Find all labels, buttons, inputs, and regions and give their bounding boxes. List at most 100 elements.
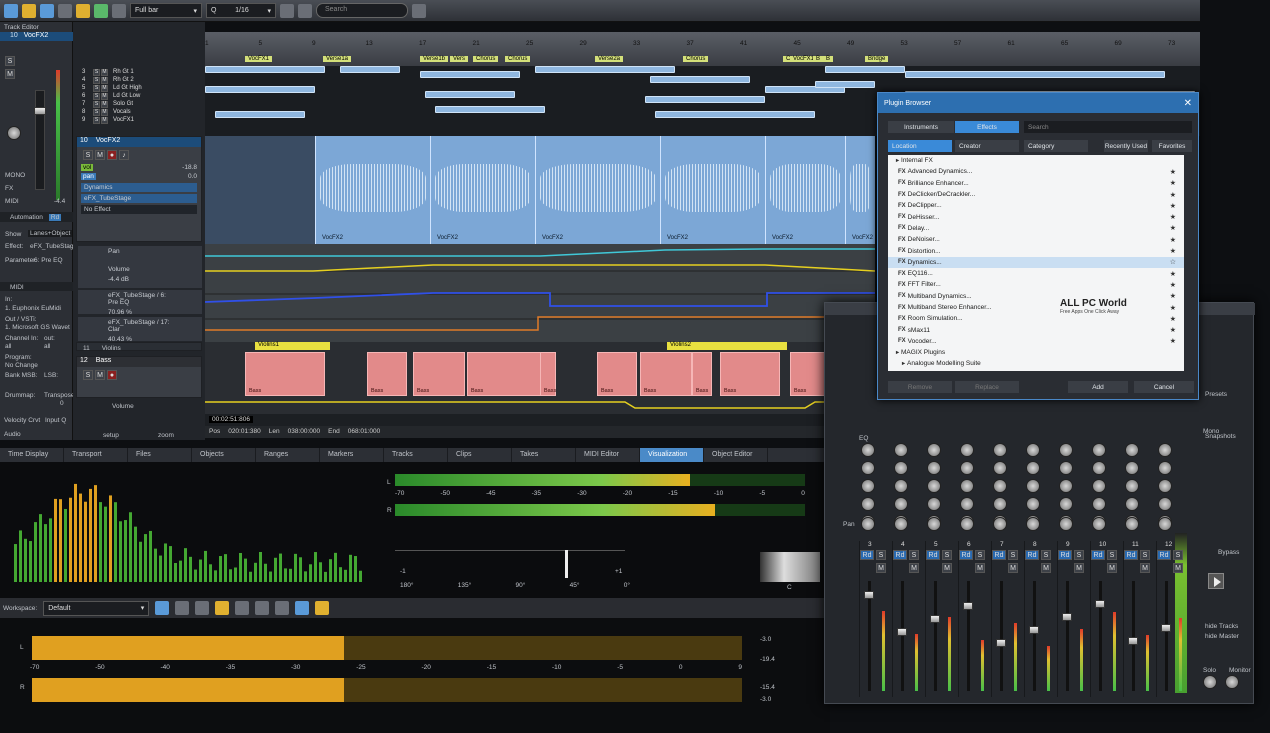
plugin-item[interactable]: FX DeNoiser... ★ bbox=[888, 234, 1184, 245]
eq-knob[interactable] bbox=[861, 497, 875, 511]
parameter-select[interactable]: 6: Pre EQ bbox=[34, 257, 63, 264]
favorite-star-icon[interactable]: ★ bbox=[1170, 202, 1176, 210]
eq-knob[interactable] bbox=[993, 443, 1007, 457]
workspace-select[interactable]: Default ▾ bbox=[43, 600, 150, 616]
plugin-item[interactable]: FX EQ116... ★ bbox=[888, 268, 1184, 279]
pan-value[interactable]: 0.0 bbox=[188, 173, 197, 180]
tab-instruments[interactable]: Instruments bbox=[888, 121, 954, 133]
recently-used-button[interactable]: Recently Used bbox=[1104, 140, 1148, 152]
tab-objects[interactable]: Objects bbox=[192, 448, 256, 462]
track-row[interactable]: 5 S M Ld Gt High bbox=[78, 84, 204, 92]
eq-knob[interactable] bbox=[861, 461, 875, 475]
audio-clip[interactable] bbox=[205, 66, 325, 73]
plugin-item[interactable]: FX Vocoder... ★ bbox=[888, 336, 1184, 347]
automation-lane-header[interactable]: eFX_TubeStage / 6: Pre EQ 70.96 % bbox=[78, 290, 202, 316]
marker-icon[interactable] bbox=[275, 601, 290, 615]
mixer-view-icon[interactable] bbox=[195, 601, 210, 615]
track-row[interactable]: 3 S M Rh Gt 1 bbox=[78, 68, 204, 76]
cut-icon[interactable] bbox=[94, 3, 108, 18]
section-marker[interactable]: Chorus bbox=[505, 56, 531, 62]
bass-clip[interactable]: Bass bbox=[540, 352, 556, 396]
pan-knob[interactable] bbox=[927, 517, 941, 531]
channel-in-select[interactable]: all bbox=[5, 343, 12, 350]
col-creator[interactable]: Creator bbox=[955, 140, 1019, 152]
lane-value[interactable]: -4.4 dB bbox=[108, 276, 172, 283]
pan-knob[interactable] bbox=[1059, 517, 1073, 531]
eq-knob[interactable] bbox=[927, 443, 941, 457]
audio-clip[interactable] bbox=[905, 71, 1165, 78]
pan-knob[interactable] bbox=[1125, 517, 1139, 531]
track-row[interactable]: 9 S M VocFX1 bbox=[78, 116, 204, 124]
pan-knob[interactable] bbox=[1158, 517, 1172, 531]
fx-slot-2[interactable]: eFX_TubeStage bbox=[81, 194, 197, 203]
plugin-item[interactable]: FX Brilliance Enhancer... ★ bbox=[888, 178, 1184, 189]
mute-button[interactable]: M bbox=[1008, 563, 1018, 573]
rd-button[interactable]: Rd bbox=[860, 550, 874, 560]
favorite-star-icon[interactable]: ★ bbox=[1170, 191, 1176, 199]
mute-button[interactable]: M bbox=[876, 563, 886, 573]
open-folder-icon[interactable] bbox=[22, 3, 36, 18]
monitor-knob[interactable] bbox=[1225, 675, 1239, 689]
plugin-item[interactable]: FX DeClipper... ★ bbox=[888, 200, 1184, 211]
vol-value[interactable]: -18.8 bbox=[182, 164, 197, 171]
channel-fader[interactable] bbox=[897, 628, 907, 636]
rd-button[interactable]: Rd bbox=[1058, 550, 1072, 560]
automation-header[interactable]: Automation Rd bbox=[0, 212, 73, 222]
audio-clip[interactable] bbox=[655, 111, 815, 118]
eq-knob[interactable] bbox=[1158, 497, 1172, 511]
eq-knob[interactable] bbox=[1092, 443, 1106, 457]
pan-knob[interactable] bbox=[960, 517, 974, 531]
bypass-button[interactable]: Bypass bbox=[1218, 549, 1239, 556]
section-marker[interactable]: VocFX1 bbox=[245, 56, 273, 62]
audio-clip[interactable]: VocFX2 bbox=[315, 136, 430, 244]
program-select[interactable]: No Change bbox=[5, 362, 38, 369]
play-icon[interactable] bbox=[1208, 573, 1224, 589]
track-header-violins[interactable]: 11 Violins bbox=[76, 342, 202, 352]
section-marker[interactable]: Vers bbox=[450, 56, 469, 62]
rd-button[interactable]: Rd bbox=[1157, 550, 1171, 560]
layout-icon[interactable] bbox=[155, 601, 170, 615]
tab-midi-editor[interactable]: MIDI Editor bbox=[576, 448, 640, 462]
eq-knob[interactable] bbox=[960, 497, 974, 511]
audio-clip[interactable]: VocFX2 bbox=[430, 136, 535, 244]
mute-button[interactable]: M bbox=[1173, 563, 1183, 573]
audio-clip[interactable] bbox=[435, 106, 545, 113]
loop-icon[interactable] bbox=[215, 601, 230, 615]
eq-knob[interactable] bbox=[1125, 479, 1139, 493]
section-marker[interactable]: Bridge bbox=[865, 56, 889, 62]
col-location[interactable]: Location bbox=[888, 140, 952, 152]
solo-button[interactable]: S bbox=[93, 92, 100, 100]
eq-knob[interactable] bbox=[1026, 497, 1040, 511]
mono-button[interactable]: MONO bbox=[5, 172, 25, 179]
track-header-vocfx2[interactable]: 10 VocFX2 S M ● ♪ vol -18.8 pan 0.0 Dynami… bbox=[76, 136, 202, 242]
bass-clip[interactable]: Bass bbox=[413, 352, 465, 396]
audio-clip[interactable] bbox=[340, 66, 400, 73]
mute-button[interactable]: M bbox=[1107, 563, 1117, 573]
rd-button[interactable]: Rd bbox=[1091, 550, 1105, 560]
nudge-icon[interactable] bbox=[295, 601, 310, 615]
section-marker[interactable]: Verse2a bbox=[595, 56, 624, 62]
mute-button[interactable]: M bbox=[975, 563, 985, 573]
solo-button[interactable]: S bbox=[93, 68, 100, 76]
record-button[interactable]: ● bbox=[107, 370, 117, 380]
draw-mode-icon[interactable] bbox=[76, 3, 90, 18]
solo-knob[interactable] bbox=[1203, 675, 1217, 689]
transpose-value[interactable]: 0 bbox=[60, 400, 64, 407]
audio-clip[interactable] bbox=[825, 66, 905, 73]
eq-knob[interactable] bbox=[1026, 479, 1040, 493]
favorite-star-icon[interactable]: ★ bbox=[1170, 337, 1176, 345]
plugin-item[interactable]: FX Advanced Dynamics... ★ bbox=[888, 166, 1184, 177]
tab-files[interactable]: Files bbox=[128, 448, 192, 462]
solo-button[interactable]: S bbox=[83, 150, 93, 160]
solo-button[interactable]: S bbox=[1140, 550, 1150, 560]
audio-clip[interactable] bbox=[205, 86, 315, 93]
tab-markers[interactable]: Markers bbox=[320, 448, 384, 462]
tab-ranges[interactable]: Ranges bbox=[256, 448, 320, 462]
channel-fader[interactable] bbox=[1062, 613, 1072, 621]
eq-knob[interactable] bbox=[1026, 461, 1040, 475]
plugin-item[interactable]: FX Dynamics... ☆ bbox=[888, 256, 1184, 268]
mute-button[interactable]: M bbox=[101, 84, 108, 92]
solo-button[interactable]: S bbox=[1041, 550, 1051, 560]
bass-clip[interactable]: Bass bbox=[367, 352, 407, 396]
eq-knob[interactable] bbox=[1059, 443, 1073, 457]
